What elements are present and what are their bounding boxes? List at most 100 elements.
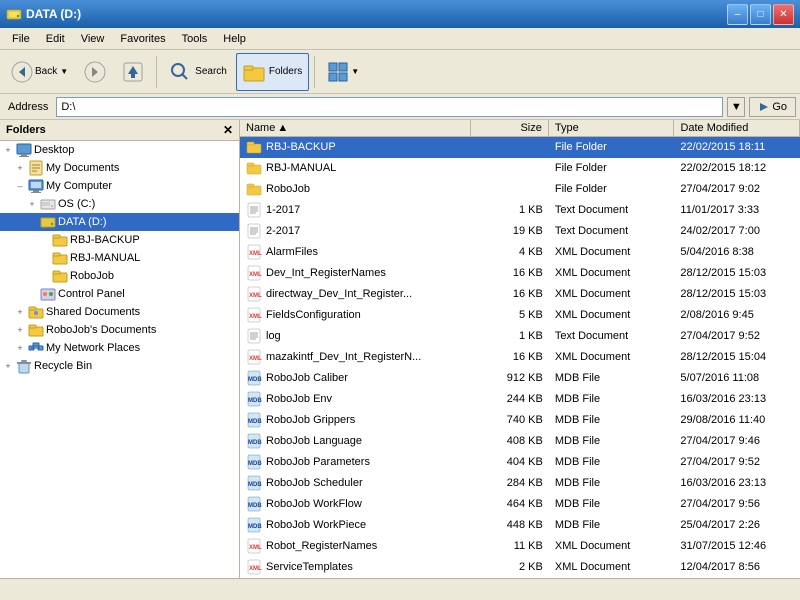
- address-dropdown[interactable]: ▼: [727, 97, 745, 117]
- file-type-icon: XML: [246, 559, 262, 575]
- table-row[interactable]: XML FieldsConfiguration 5 KB XML Documen…: [240, 305, 800, 326]
- views-button[interactable]: ▼: [320, 53, 366, 91]
- file-date: 5/07/2016 11:08: [674, 371, 800, 385]
- table-row[interactable]: XML directway_Dev_Int_Register... 16 KB …: [240, 284, 800, 305]
- back-button[interactable]: Back ▼: [4, 53, 75, 91]
- column-header-size[interactable]: Size: [471, 120, 548, 136]
- expander-icon: +: [14, 306, 26, 318]
- file-size: 11 KB: [471, 539, 548, 553]
- menu-edit[interactable]: Edit: [38, 31, 73, 47]
- title-bar: DATA (D:) – □ ✕: [0, 0, 800, 28]
- file-size: [471, 188, 548, 190]
- folder-icon: [52, 268, 68, 284]
- file-name-text: RoboJob WorkFlow: [266, 498, 362, 510]
- menu-help[interactable]: Help: [215, 31, 254, 47]
- back-icon: [11, 61, 33, 83]
- table-row[interactable]: XML mazakintf_Dev_Int_RegisterN... 16 KB…: [240, 347, 800, 368]
- table-row[interactable]: MDB RoboJob Caliber 912 KB MDB File 5/07…: [240, 368, 800, 389]
- sidebar-item-robojob[interactable]: RoboJob: [0, 267, 239, 285]
- svg-text:MDB: MDB: [248, 377, 262, 383]
- table-row[interactable]: MDB RoboJob Grippers 740 KB MDB File 29/…: [240, 410, 800, 431]
- file-size: 1 KB: [471, 329, 548, 343]
- sidebar-item-shared-documents[interactable]: + Shared Documents: [0, 303, 239, 321]
- table-row[interactable]: XML ServiceTemplates 2 KB XML Document 1…: [240, 557, 800, 578]
- column-header-type[interactable]: Type: [549, 120, 675, 136]
- table-row[interactable]: XML Dev_Int_RegisterNames 16 KB XML Docu…: [240, 263, 800, 284]
- table-row[interactable]: RBJ-BACKUP File Folder 22/02/2015 18:11: [240, 137, 800, 158]
- svg-text:XML: XML: [249, 293, 262, 299]
- go-button[interactable]: Go: [749, 97, 796, 117]
- table-row[interactable]: MDB RoboJob WorkPiece 448 KB MDB File 25…: [240, 515, 800, 536]
- table-row[interactable]: MDB RoboJob Scheduler 284 KB MDB File 16…: [240, 473, 800, 494]
- table-row[interactable]: RBJ-MANUAL File Folder 22/02/2015 18:12: [240, 158, 800, 179]
- sidebar-item-control-panel[interactable]: Control Panel: [0, 285, 239, 303]
- file-name-text: RBJ-MANUAL: [266, 162, 336, 174]
- table-row[interactable]: MDB RoboJob Language 408 KB MDB File 27/…: [240, 431, 800, 452]
- file-size: 19 KB: [471, 224, 548, 238]
- table-row[interactable]: 2-2017 19 KB Text Document 24/02/2017 7:…: [240, 221, 800, 242]
- toolbar: Back ▼ Search Folders: [0, 50, 800, 94]
- forward-button[interactable]: [77, 53, 113, 91]
- address-input[interactable]: [56, 97, 723, 117]
- maximize-button[interactable]: □: [750, 4, 771, 25]
- table-row[interactable]: log 1 KB Text Document 27/04/2017 9:52: [240, 326, 800, 347]
- file-type-icon: XML: [246, 244, 262, 260]
- file-type-text: XML Document: [549, 245, 675, 259]
- menu-view[interactable]: View: [73, 31, 113, 47]
- sidebar-item-desktop[interactable]: + Desktop: [0, 141, 239, 159]
- folders-title: Folders: [6, 124, 46, 136]
- file-date: 28/12/2015 15:03: [674, 266, 800, 280]
- sidebar-item-label: Recycle Bin: [34, 360, 92, 372]
- network-icon: [28, 340, 44, 356]
- file-name-text: directway_Dev_Int_Register...: [266, 288, 412, 300]
- sidebar-item-my-documents[interactable]: + My Documents: [0, 159, 239, 177]
- folders-close-button[interactable]: ✕: [223, 123, 233, 137]
- svg-text:XML: XML: [249, 314, 262, 320]
- table-row[interactable]: XML AlarmFiles 4 KB XML Document 5/04/20…: [240, 242, 800, 263]
- sidebar-item-os-c[interactable]: + OS (C:): [0, 195, 239, 213]
- sidebar-item-rbj-manual[interactable]: RBJ-MANUAL: [0, 249, 239, 267]
- menu-tools[interactable]: Tools: [174, 31, 216, 47]
- sidebar-item-data-d[interactable]: – DATA (D:): [0, 213, 239, 231]
- up-button[interactable]: [115, 53, 151, 91]
- file-type-icon: MDB: [246, 391, 262, 407]
- close-button[interactable]: ✕: [773, 4, 794, 25]
- sidebar-item-label: RBJ-MANUAL: [70, 252, 140, 264]
- views-arrow-icon[interactable]: ▼: [351, 67, 359, 76]
- file-type-text: Text Document: [549, 203, 675, 217]
- file-date: 27/04/2017 9:52: [674, 329, 800, 343]
- desktop-icon: [16, 142, 32, 158]
- toolbar-separator-2: [314, 56, 315, 88]
- folders-icon: [243, 61, 265, 83]
- forward-icon: [84, 61, 106, 83]
- file-type-text: XML Document: [549, 560, 675, 574]
- table-row[interactable]: RoboJob File Folder 27/04/2017 9:02: [240, 179, 800, 200]
- sidebar-item-my-network-places[interactable]: + My Network Places: [0, 339, 239, 357]
- sidebar-item-recycle-bin[interactable]: + Recycle Bin: [0, 357, 239, 375]
- file-date: 27/04/2017 9:02: [674, 182, 800, 196]
- table-row[interactable]: MDB RoboJob Env 244 KB MDB File 16/03/20…: [240, 389, 800, 410]
- column-header-name[interactable]: Name ▲: [240, 120, 471, 136]
- search-button[interactable]: Search: [162, 53, 234, 91]
- table-row[interactable]: MDB RoboJob WorkFlow 464 KB MDB File 27/…: [240, 494, 800, 515]
- menu-favorites[interactable]: Favorites: [112, 31, 173, 47]
- sidebar-item-rbj-backup[interactable]: RBJ-BACKUP: [0, 231, 239, 249]
- svg-text:MDB: MDB: [248, 482, 262, 488]
- table-row[interactable]: MDB RoboJob Parameters 404 KB MDB File 2…: [240, 452, 800, 473]
- file-name-text: 1-2017: [266, 204, 300, 216]
- file-size: 464 KB: [471, 497, 548, 511]
- sidebar-item-label: RBJ-BACKUP: [70, 234, 140, 246]
- file-date: 27/04/2017 9:52: [674, 455, 800, 469]
- menu-file[interactable]: File: [4, 31, 38, 47]
- back-arrow-icon[interactable]: ▼: [60, 67, 68, 76]
- file-name-text: RoboJob: [266, 183, 310, 195]
- sidebar-item-robojobs-documents[interactable]: + RoboJob's Documents: [0, 321, 239, 339]
- column-header-date[interactable]: Date Modified: [674, 120, 800, 136]
- minimize-button[interactable]: –: [727, 4, 748, 25]
- folders-button[interactable]: Folders: [236, 53, 309, 91]
- table-row[interactable]: XML Robot_RegisterNames 11 KB XML Docume…: [240, 536, 800, 557]
- file-size: 16 KB: [471, 266, 548, 280]
- expander-icon: +: [2, 144, 14, 156]
- sidebar-item-my-computer[interactable]: – My Computer: [0, 177, 239, 195]
- table-row[interactable]: 1-2017 1 KB Text Document 11/01/2017 3:3…: [240, 200, 800, 221]
